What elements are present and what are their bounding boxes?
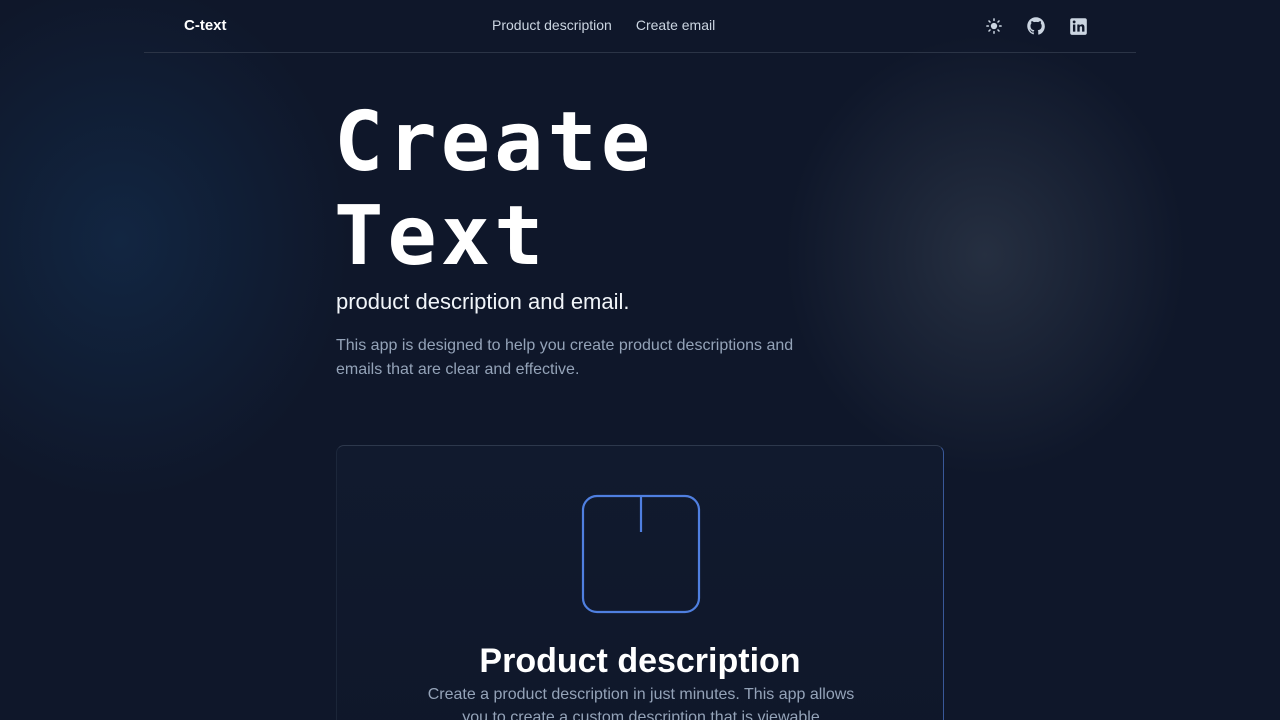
github-link[interactable] xyxy=(1026,15,1046,37)
card-description: Create a product description in just min… xyxy=(427,686,855,720)
hero-subtitle: product description and email. xyxy=(336,289,630,314)
github-icon xyxy=(1027,17,1045,35)
sun-icon xyxy=(986,18,1002,34)
nav-link-create-email[interactable]: Create email xyxy=(636,17,715,33)
theme-toggle-button[interactable] xyxy=(984,15,1004,37)
card-title: Product description xyxy=(479,642,801,680)
linkedin-link[interactable] xyxy=(1068,15,1088,37)
brand-logo[interactable]: C-text xyxy=(184,17,227,34)
main-nav: Product description Create email xyxy=(492,17,715,33)
hero-description: This app is designed to help you create … xyxy=(336,337,794,378)
nav-link-product-description[interactable]: Product description xyxy=(492,17,612,33)
hero-title-line-2: Text xyxy=(334,189,548,284)
top-header: C-text Product description Create email xyxy=(144,0,1136,53)
box-icon xyxy=(581,494,701,614)
hero-title: Create Text xyxy=(334,96,654,284)
page: C-text Product description Create email xyxy=(0,0,1280,720)
hero-title-line-1: Create xyxy=(334,95,655,190)
product-description-card[interactable]: Product description Create a product des… xyxy=(336,445,944,720)
linkedin-icon xyxy=(1069,17,1087,35)
header-icons xyxy=(984,15,1088,37)
